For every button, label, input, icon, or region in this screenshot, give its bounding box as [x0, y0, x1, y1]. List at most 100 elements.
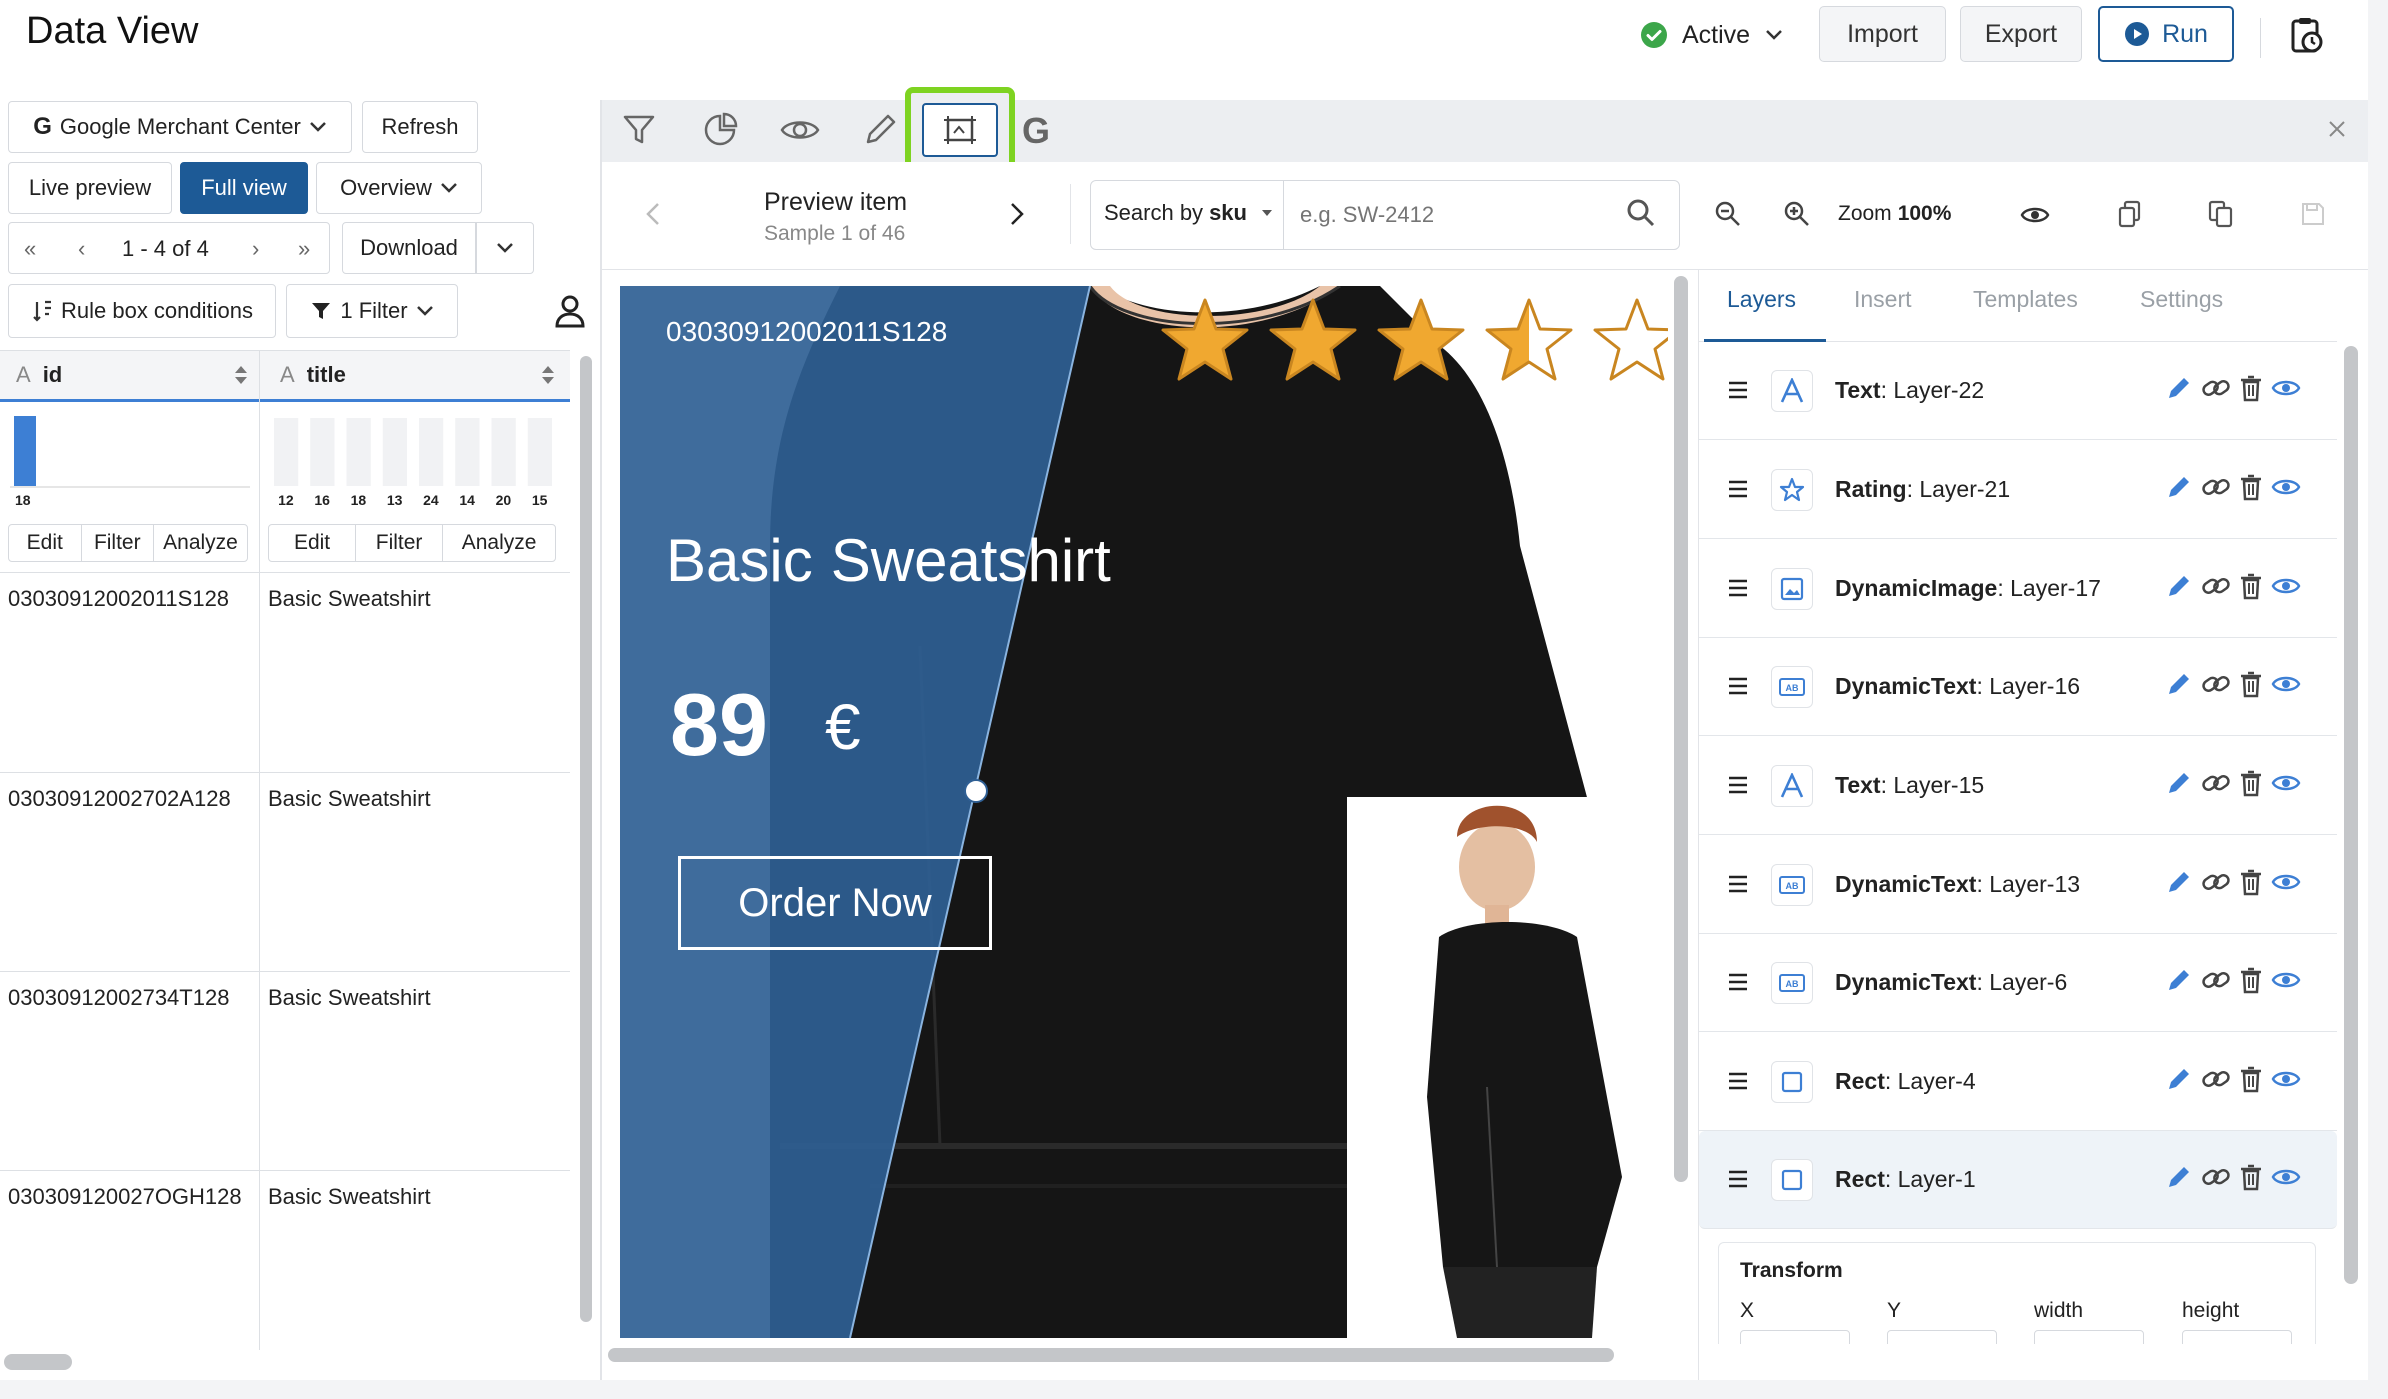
filter-button[interactable]: Filter: [356, 525, 444, 561]
source-dropdown[interactable]: G Google Merchant Center: [8, 101, 352, 153]
edit-button[interactable]: Edit: [269, 525, 357, 561]
tab-layers[interactable]: Layers: [1727, 286, 1796, 313]
visibility-eye-icon[interactable]: [2271, 572, 2301, 600]
table-row-id[interactable]: 03030912002734T128: [8, 985, 229, 1011]
order-now-button[interactable]: Order Now: [678, 856, 992, 950]
drag-handle-icon[interactable]: [1727, 676, 1749, 696]
pager-next-button[interactable]: ›: [252, 236, 259, 262]
visibility-eye-icon[interactable]: [2271, 1065, 2301, 1093]
pencil-icon[interactable]: [862, 112, 898, 148]
edit-icon[interactable]: [2165, 769, 2193, 797]
drag-handle-icon[interactable]: [1727, 874, 1749, 894]
layer-row[interactable]: Rect: Layer-1: [1699, 1131, 2337, 1229]
google-g-icon[interactable]: G: [1022, 110, 1050, 152]
edit-icon[interactable]: [2165, 1163, 2193, 1191]
link-icon[interactable]: [2201, 769, 2231, 797]
edit-icon[interactable]: [2165, 473, 2193, 501]
trash-icon[interactable]: [2239, 1163, 2263, 1191]
drag-handle-icon[interactable]: [1727, 1071, 1749, 1091]
visibility-eye-icon[interactable]: [2271, 473, 2301, 501]
pager-first-button[interactable]: «: [24, 236, 36, 262]
chevron-left-icon[interactable]: [646, 202, 660, 226]
edit-icon[interactable]: [2165, 670, 2193, 698]
visibility-eye-icon[interactable]: [2271, 670, 2301, 698]
link-icon[interactable]: [2201, 1163, 2231, 1191]
edit-icon[interactable]: [2165, 572, 2193, 600]
pager-prev-button[interactable]: ‹: [78, 236, 85, 262]
link-icon[interactable]: [2201, 1065, 2231, 1093]
table-row-title[interactable]: Basic Sweatshirt: [268, 586, 431, 612]
close-icon[interactable]: [2328, 120, 2346, 138]
layout-tool-button[interactable]: [905, 87, 1015, 173]
drag-handle-icon[interactable]: [1727, 578, 1749, 598]
edit-icon[interactable]: [2165, 1065, 2193, 1093]
drag-handle-icon[interactable]: [1727, 1169, 1749, 1189]
overview-dropdown[interactable]: Overview: [316, 162, 482, 214]
run-button[interactable]: Run: [2098, 6, 2234, 62]
zoom-out-icon[interactable]: [1714, 200, 1742, 228]
table-row-title[interactable]: Basic Sweatshirt: [268, 1184, 431, 1210]
download-button[interactable]: Download: [342, 222, 476, 274]
vertical-scrollbar[interactable]: [580, 356, 592, 1322]
trash-icon[interactable]: [2239, 374, 2263, 402]
drag-handle-icon[interactable]: [1727, 775, 1749, 795]
clock-clipboard-icon[interactable]: [2290, 16, 2324, 54]
export-button[interactable]: Export: [1960, 6, 2082, 62]
link-icon[interactable]: [2201, 670, 2231, 698]
layer-row[interactable]: Text: Layer-22: [1699, 342, 2337, 440]
link-icon[interactable]: [2201, 473, 2231, 501]
edit-icon[interactable]: [2165, 966, 2193, 994]
edit-icon[interactable]: [2165, 868, 2193, 896]
duplicate-icon[interactable]: [2208, 200, 2234, 228]
canvas-vertical-scrollbar[interactable]: [1674, 276, 1688, 1182]
sort-icon[interactable]: [234, 364, 248, 386]
trash-icon[interactable]: [2239, 473, 2263, 501]
trash-icon[interactable]: [2239, 769, 2263, 797]
layer-row[interactable]: AB DynamicText: Layer-13: [1699, 836, 2337, 934]
layer-row[interactable]: Rating: Layer-21: [1699, 441, 2337, 539]
canvas-horizontal-scrollbar[interactable]: [608, 1348, 1614, 1362]
visibility-eye-icon[interactable]: [2271, 868, 2301, 896]
filter-button[interactable]: Filter: [82, 525, 155, 561]
trash-icon[interactable]: [2239, 670, 2263, 698]
eye-icon[interactable]: [780, 116, 820, 144]
trash-icon[interactable]: [2239, 868, 2263, 896]
layer-row[interactable]: Rect: Layer-4: [1699, 1033, 2337, 1131]
refresh-button[interactable]: Refresh: [362, 101, 478, 153]
right-scrollbar[interactable]: [2344, 346, 2358, 1284]
drag-handle-icon[interactable]: [1727, 479, 1749, 499]
table-row-id[interactable]: 030309120027OGH128: [8, 1184, 242, 1210]
column-header-title[interactable]: A title: [280, 362, 346, 388]
pie-chart-icon[interactable]: [702, 112, 738, 148]
table-row-id[interactable]: 03030912002702A128: [8, 786, 231, 812]
trash-icon[interactable]: [2239, 966, 2263, 994]
table-row-id[interactable]: 03030912002011S128: [8, 586, 229, 612]
tab-insert[interactable]: Insert: [1854, 286, 1912, 313]
visibility-eye-icon[interactable]: [2271, 966, 2301, 994]
edit-icon[interactable]: [2165, 374, 2193, 402]
tab-settings[interactable]: Settings: [2140, 286, 2223, 313]
preview-eye-icon[interactable]: [2020, 204, 2050, 226]
link-icon[interactable]: [2201, 374, 2231, 402]
search-input[interactable]: [1300, 196, 1600, 234]
live-preview-button[interactable]: Live preview: [8, 162, 172, 214]
analyze-button[interactable]: Analyze: [154, 525, 247, 561]
edit-button[interactable]: Edit: [9, 525, 82, 561]
layer-row[interactable]: Text: Layer-15: [1699, 737, 2337, 835]
column-header-id[interactable]: A id: [16, 362, 62, 388]
tab-templates[interactable]: Templates: [1973, 286, 2078, 313]
trash-icon[interactable]: [2239, 572, 2263, 600]
funnel-outline-icon[interactable]: [622, 114, 656, 146]
visibility-eye-icon[interactable]: [2271, 374, 2301, 402]
import-button[interactable]: Import: [1819, 6, 1946, 62]
drag-handle-icon[interactable]: [1727, 972, 1749, 992]
analyze-button[interactable]: Analyze: [443, 525, 555, 561]
copy-icon[interactable]: [2118, 200, 2142, 228]
rule-box-button[interactable]: Rule box conditions: [8, 284, 276, 338]
status-dropdown[interactable]: Active: [1640, 16, 1784, 54]
layer-row[interactable]: AB DynamicText: Layer-6: [1699, 934, 2337, 1032]
ad-canvas[interactable]: 03030912002011S128 Basic Sweatshirt 89 €…: [620, 286, 1668, 1338]
table-row-title[interactable]: Basic Sweatshirt: [268, 985, 431, 1011]
link-icon[interactable]: [2201, 572, 2231, 600]
layer-row[interactable]: AB DynamicText: Layer-16: [1699, 638, 2337, 736]
